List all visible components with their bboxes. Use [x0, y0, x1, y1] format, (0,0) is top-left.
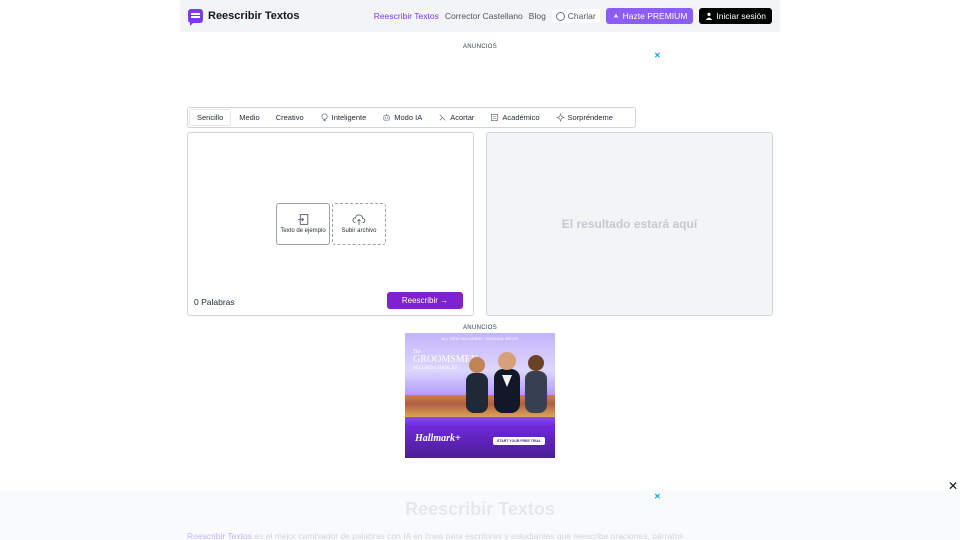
tab-sorprendeme[interactable]: Sorpréndeme: [549, 110, 620, 125]
chat-label: Charlar: [567, 11, 596, 21]
nav-link-corrector[interactable]: Corrector Castellano: [445, 11, 523, 21]
logo-text: Reescribir Textos: [208, 10, 300, 22]
section-intro: Reescribir Textos es el mejor cambiador …: [187, 531, 777, 540]
chat-button[interactable]: Charlar: [551, 9, 600, 23]
ad-people-image: [466, 352, 547, 413]
intro-text: es el mejor cambiador de palabras con IA…: [252, 531, 684, 540]
word-count: 0 Palabras: [194, 297, 235, 307]
tab-acortar[interactable]: Acortar: [431, 110, 481, 125]
upload-file-button[interactable]: Subir archivo: [332, 203, 386, 245]
upload-label: Subir archivo: [341, 227, 377, 234]
rewrite-button[interactable]: Reescribir →: [387, 292, 463, 309]
ad-brand-logo: Hallmark+: [415, 433, 461, 444]
rocket-icon: [613, 13, 619, 19]
intro-link[interactable]: Reescribir Textos: [187, 531, 252, 540]
user-icon: [706, 12, 713, 20]
nav-link-reescribir-textos[interactable]: Reescribir Textos: [374, 11, 439, 21]
tab-inteligente[interactable]: Inteligente: [313, 110, 374, 125]
input-text-area[interactable]: Texto de ejemplo Subir archivo 0 Palabra…: [187, 132, 474, 316]
chat-bubble-logo-icon: [188, 9, 203, 26]
section-title: Reescribir Textos: [405, 499, 555, 519]
tab-modo-ia[interactable]: Modo IA: [375, 110, 429, 125]
close-overlay-icon[interactable]: ✕: [948, 479, 958, 493]
bulb-icon: [321, 113, 328, 122]
tab-sencillo[interactable]: Sencillo: [190, 110, 231, 125]
top-header: Reescribir Textos Reescribir Textos Corr…: [180, 0, 780, 32]
tab-academico[interactable]: Académico: [483, 110, 546, 125]
book-icon: [491, 113, 499, 122]
mode-tabs: Sencillo Medio Creativo Inteligente Modo…: [187, 107, 636, 128]
tab-label: Medio: [239, 113, 260, 122]
output-panel: El resultado estará aquí: [486, 132, 773, 316]
cloud-upload-icon: [352, 214, 366, 225]
premium-label: Hazte PREMIUM: [622, 11, 688, 21]
robot-icon: [383, 113, 390, 121]
sample-text-button[interactable]: Texto de ejemplo: [276, 203, 330, 245]
ad-banner[interactable]: ALL NEW HALLMARK+ ORIGINAL MOVIE The GRO…: [405, 333, 555, 458]
main-nav: Reescribir Textos Corrector Castellano B…: [374, 8, 772, 24]
premium-button[interactable]: Hazte PREMIUM: [605, 8, 694, 24]
page: Reescribir Textos Reescribir Textos Corr…: [0, 0, 960, 540]
nav-link-blog[interactable]: Blog: [529, 11, 546, 21]
ad-cta-button[interactable]: START YOUR FREE TRIAL: [492, 437, 545, 445]
tab-label: Creativo: [275, 113, 304, 122]
tab-label: Académico: [502, 113, 540, 122]
tab-creativo[interactable]: Creativo: [269, 110, 311, 125]
tab-label: Acortar: [450, 113, 475, 122]
ad-label-top: ANUNCIOS: [463, 44, 498, 50]
logo[interactable]: Reescribir Textos: [188, 9, 300, 26]
document-import-icon: [297, 214, 308, 225]
tab-label: Sencillo: [197, 113, 224, 122]
chat-icon: [555, 11, 565, 21]
output-placeholder: El resultado estará aquí: [561, 217, 698, 231]
login-button[interactable]: Iniciar sesión: [699, 8, 772, 24]
sparkle-icon: [555, 113, 565, 122]
ad-kicker: ALL NEW HALLMARK+ ORIGINAL MOVIE: [441, 337, 519, 341]
shorten-icon: [439, 114, 446, 121]
ad-close-icon[interactable]: ✕: [654, 51, 661, 60]
tab-medio[interactable]: Medio: [232, 110, 266, 125]
tab-label: Sorpréndeme: [567, 113, 613, 122]
ad-label-mid: ANUNCIOS: [463, 325, 498, 331]
tab-label: Inteligente: [331, 113, 367, 122]
login-label: Iniciar sesión: [716, 11, 766, 21]
sample-text-label: Texto de ejemplo: [280, 227, 326, 234]
tab-label: Modo IA: [394, 113, 423, 122]
